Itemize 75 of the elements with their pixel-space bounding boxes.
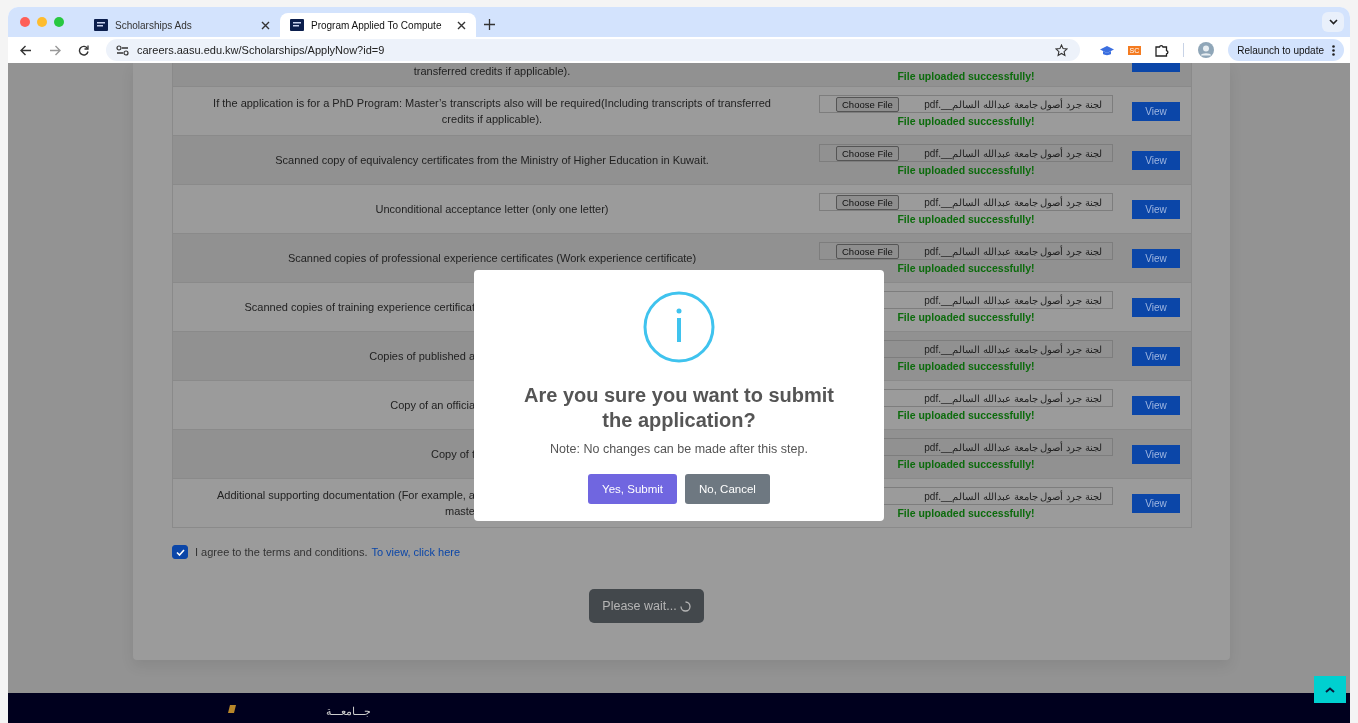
file-name: لجنة جرد أصول جامعة عبدالله السالم__.pdf bbox=[923, 245, 1103, 257]
document-description: Scanned copies of professional experience certificates (Work experience certificate) bbox=[287, 251, 697, 266]
puzzle-piece-icon[interactable] bbox=[1155, 43, 1170, 57]
document-description: Unconditional acceptance letter (only one letter) bbox=[375, 202, 609, 217]
forward-arrow-icon[interactable] bbox=[49, 44, 61, 56]
upload-status: File uploaded successfully! bbox=[897, 115, 1035, 127]
file-name: لجنة جرد أصول جامعة عبدالله السالم__.pdf bbox=[923, 343, 1103, 355]
url-text: careers.aasu.edu.kw/Scholarships/ApplyNow?id=9 bbox=[137, 44, 385, 56]
document-description: transferred credits if applicable). bbox=[413, 63, 571, 79]
document-description: If the application is for a PhD Program: Master’s transcripts also will be required(Including transcripts of transferred credits if applicable). bbox=[213, 96, 771, 127]
view-button[interactable]: View bbox=[1132, 346, 1180, 366]
view-button[interactable]: View bbox=[1132, 199, 1180, 219]
back-arrow-icon[interactable] bbox=[20, 44, 32, 56]
tab-title: Program Applied To Compute bbox=[311, 19, 443, 31]
spinner-icon bbox=[679, 600, 691, 612]
view-button[interactable]: View bbox=[1132, 444, 1180, 464]
info-icon bbox=[643, 291, 715, 363]
choose-file-button[interactable]: Choose File bbox=[836, 243, 899, 259]
chevron-up-icon bbox=[1325, 686, 1335, 693]
site-favicon bbox=[94, 19, 108, 31]
upload-status: File uploaded successfully! bbox=[897, 360, 1035, 372]
terms-text: I agree to the terms and conditions. bbox=[195, 546, 368, 558]
chevron-down-icon bbox=[1328, 19, 1338, 25]
file-name: لجنة جرد أصول جامعة عبدالله السالم__.pdf bbox=[923, 441, 1103, 453]
reload-icon[interactable] bbox=[78, 44, 89, 56]
site-settings-icon[interactable] bbox=[116, 44, 129, 56]
view-button[interactable]: View bbox=[1132, 493, 1180, 513]
confirm-button[interactable]: Yes, Submit bbox=[588, 474, 678, 504]
document-description: Copy of an officia bbox=[390, 398, 475, 413]
file-name: لجنة جرد أصول جامعة عبدالله السالم__.pdf bbox=[923, 294, 1103, 306]
file-name: لجنة جرد أصول جامعة عبدالله السالم__.pdf bbox=[923, 490, 1103, 502]
file-name: لجنة جرد أصول جامعة عبدالله السالم__.pdf bbox=[923, 147, 1103, 159]
file-name: لجنة جرد أصول جامعة عبدالله السالم__.pdf bbox=[923, 392, 1103, 404]
document-description: Scanned copy of equivalency certificates from the Ministry of Higher Education in Kuwait. bbox=[275, 153, 709, 168]
submit-button[interactable]: Please wait... bbox=[589, 589, 704, 623]
tab-title: Scholarships Ads bbox=[115, 19, 193, 31]
file-name: لجنة جرد أصول جامعة عبدالله السالم__.pdf bbox=[923, 196, 1103, 208]
upload-status: File uploaded successfully! bbox=[897, 70, 1035, 82]
upload-status: File uploaded successfully! bbox=[897, 458, 1035, 470]
close-icon[interactable] bbox=[457, 20, 466, 30]
view-button[interactable]: View bbox=[1132, 150, 1180, 170]
document-description: Scanned copies of training experience certificat bbox=[244, 300, 475, 315]
site-favicon bbox=[290, 19, 304, 31]
close-icon[interactable] bbox=[261, 20, 270, 30]
tab-search-button[interactable] bbox=[1322, 12, 1344, 32]
view-button[interactable]: View bbox=[1132, 248, 1180, 268]
graduation-cap-icon[interactable] bbox=[1099, 44, 1114, 56]
star-icon[interactable] bbox=[1054, 43, 1068, 57]
browser-tab[interactable]: Scholarships Ads bbox=[84, 13, 280, 37]
logo-mark-icon bbox=[228, 705, 236, 713]
checkmark-icon bbox=[175, 548, 185, 556]
view-button[interactable]: View bbox=[1132, 297, 1180, 317]
upload-status: File uploaded successfully! bbox=[897, 311, 1035, 323]
choose-file-button[interactable]: Choose File bbox=[836, 96, 899, 112]
terms-link[interactable]: To view, click here bbox=[371, 546, 461, 558]
upload-status: File uploaded successfully! bbox=[897, 164, 1035, 176]
relaunch-button[interactable]: Relaunch to update bbox=[1228, 39, 1344, 61]
view-button[interactable]: View bbox=[1132, 101, 1180, 121]
cancel-button[interactable]: No, Cancel bbox=[685, 474, 770, 504]
view-button[interactable]: View bbox=[1132, 395, 1180, 415]
address-bar[interactable]: careers.aasu.edu.kw/Scholarships/ApplyNow?id=9 bbox=[106, 39, 1080, 61]
dialog-note: Note: No changes can be made after this step. bbox=[550, 442, 808, 456]
logo-text: جـــامعـــة bbox=[326, 705, 371, 717]
file-name: لجنة جرد أصول جامعة عبدالله السالم__.pdf bbox=[923, 98, 1103, 110]
choose-file-button[interactable]: Choose File bbox=[836, 194, 899, 210]
new-tab-icon[interactable] bbox=[484, 19, 495, 30]
upload-status: File uploaded successfully! bbox=[897, 409, 1035, 421]
upload-status: File uploaded successfully! bbox=[897, 507, 1035, 519]
scroll-to-top-button[interactable] bbox=[1314, 676, 1346, 703]
upload-status: File uploaded successfully! bbox=[897, 213, 1035, 225]
browser-tab[interactable]: Program Applied To Compute bbox=[280, 13, 476, 37]
choose-file-button[interactable]: Choose File bbox=[836, 145, 899, 161]
terms-checkbox[interactable] bbox=[172, 545, 188, 559]
more-options-icon bbox=[1332, 44, 1335, 56]
upload-status: File uploaded successfully! bbox=[897, 262, 1035, 274]
